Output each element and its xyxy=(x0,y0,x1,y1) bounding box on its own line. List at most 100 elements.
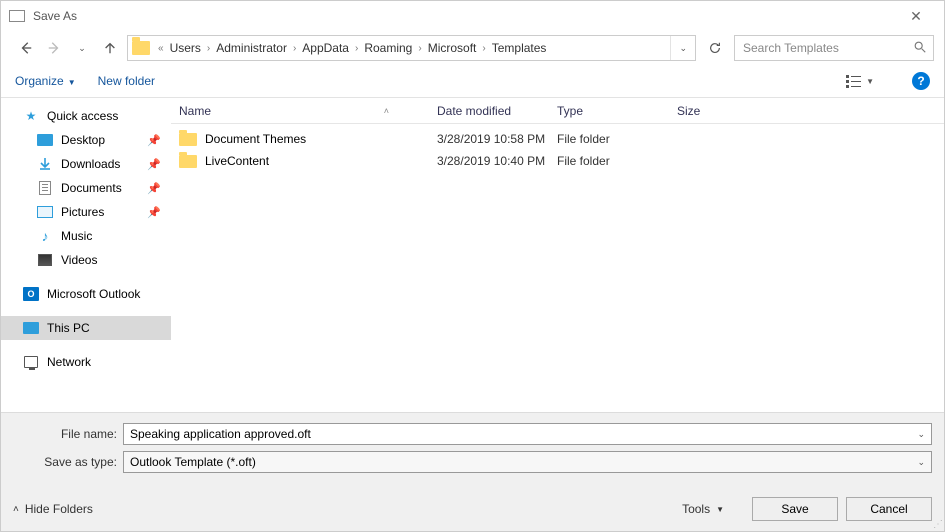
back-button[interactable] xyxy=(15,37,37,59)
help-icon: ? xyxy=(917,74,924,88)
sidebar-item-pictures[interactable]: Pictures 📌 xyxy=(1,200,171,224)
file-list: Name ˄ Date modified Type Size Document … xyxy=(171,98,944,412)
hide-folders-button[interactable]: ˄ Hide Folders xyxy=(13,502,93,516)
chevron-down-icon: ▼ xyxy=(866,77,874,86)
breadcrumb-item[interactable]: Roaming xyxy=(360,41,416,55)
star-icon: ★ xyxy=(23,109,39,123)
video-icon xyxy=(38,254,52,266)
navigation-pane: ★ Quick access Desktop 📌 Downloads 📌 Doc… xyxy=(1,98,171,412)
help-button[interactable]: ? xyxy=(912,72,930,90)
file-type: File folder xyxy=(549,132,669,146)
sidebar-item-label: Network xyxy=(47,355,91,369)
filename-field[interactable]: Speaking application approved.oft ⌄ xyxy=(123,423,932,445)
search-box[interactable] xyxy=(734,35,934,61)
tools-button[interactable]: Tools ▼ xyxy=(682,502,724,516)
pictures-icon xyxy=(37,206,53,218)
sidebar-item-label: Quick access xyxy=(47,109,118,123)
address-dropdown[interactable]: ⌄ xyxy=(670,36,695,60)
sidebar-item-label: This PC xyxy=(47,321,90,335)
sidebar-item-this-pc[interactable]: This PC xyxy=(1,316,171,340)
organize-button[interactable]: Organize ▼ xyxy=(15,74,76,88)
sidebar-item-label: Pictures xyxy=(61,205,104,219)
save-as-type-field[interactable]: Outlook Template (*.oft) ⌄ xyxy=(123,451,932,473)
file-name: Document Themes xyxy=(205,132,306,146)
sidebar-item-label: Music xyxy=(61,229,92,243)
sidebar-item-desktop[interactable]: Desktop 📌 xyxy=(1,128,171,152)
file-row[interactable]: LiveContent 3/28/2019 10:40 PM File fold… xyxy=(171,150,944,172)
recent-locations-button[interactable]: ⌄ xyxy=(71,37,93,59)
sidebar-item-outlook[interactable]: O Microsoft Outlook xyxy=(1,282,171,306)
arrow-up-icon xyxy=(103,41,117,55)
save-label: Save xyxy=(781,502,808,516)
column-header-size[interactable]: Size xyxy=(669,104,944,118)
column-header-label: Date modified xyxy=(437,104,511,118)
chevron-right-icon: › xyxy=(207,43,210,54)
organize-label: Organize xyxy=(15,74,64,88)
cancel-button[interactable]: Cancel xyxy=(846,497,932,521)
pin-icon: 📌 xyxy=(147,158,161,171)
column-header-name[interactable]: Name ˄ xyxy=(171,104,429,118)
refresh-button[interactable] xyxy=(702,35,728,61)
chevron-down-icon: ⌄ xyxy=(679,43,687,54)
tools-label: Tools xyxy=(682,502,710,516)
sidebar-item-label: Microsoft Outlook xyxy=(47,287,140,301)
file-date: 3/28/2019 10:40 PM xyxy=(429,154,549,168)
column-header-label: Type xyxy=(557,104,583,118)
document-icon xyxy=(39,181,51,195)
column-header-type[interactable]: Type xyxy=(549,104,669,118)
breadcrumb-item[interactable]: AppData xyxy=(298,41,353,55)
chevron-down-icon: ▼ xyxy=(68,78,76,87)
arrow-left-icon xyxy=(19,41,33,55)
view-options-button[interactable]: ▼ xyxy=(846,74,874,88)
chevron-down-icon: ⌄ xyxy=(917,429,925,440)
breadcrumb-item[interactable]: Administrator xyxy=(212,41,291,55)
arrow-right-icon xyxy=(47,41,61,55)
filename-value: Speaking application approved.oft xyxy=(130,427,917,441)
forward-button[interactable] xyxy=(43,37,65,59)
breadcrumb-item[interactable]: Users xyxy=(166,41,205,55)
new-folder-button[interactable]: New folder xyxy=(98,74,155,88)
view-list-icon xyxy=(846,74,862,88)
folder-icon xyxy=(179,155,197,168)
sidebar-item-music[interactable]: ♪ Music xyxy=(1,224,171,248)
sidebar-item-quick-access[interactable]: ★ Quick access xyxy=(1,104,171,128)
column-header-date[interactable]: Date modified xyxy=(429,104,549,118)
folder-icon xyxy=(132,41,150,55)
breadcrumb-item[interactable]: Templates xyxy=(488,41,551,55)
sidebar-item-videos[interactable]: Videos xyxy=(1,248,171,272)
file-row[interactable]: Document Themes 3/28/2019 10:58 PM File … xyxy=(171,128,944,150)
sidebar-item-downloads[interactable]: Downloads 📌 xyxy=(1,152,171,176)
footer: ˄ Hide Folders Tools ▼ Save Cancel xyxy=(1,487,944,531)
new-folder-label: New folder xyxy=(98,74,155,88)
file-name: LiveContent xyxy=(205,154,269,168)
column-header-label: Name xyxy=(179,104,211,118)
breadcrumb-item[interactable]: Microsoft xyxy=(424,41,481,55)
close-button[interactable]: ✕ xyxy=(896,8,936,25)
navigation-bar: ⌄ « Users› Administrator› AppData› Roami… xyxy=(1,31,944,65)
search-input[interactable] xyxy=(741,40,913,56)
save-as-type-label: Save as type: xyxy=(13,455,123,469)
resize-grip-icon[interactable]: ⋰ xyxy=(933,522,941,528)
chevron-down-icon: ▼ xyxy=(716,505,724,514)
chevron-right-icon: › xyxy=(355,43,358,54)
pin-icon: 📌 xyxy=(147,182,161,195)
sidebar-item-label: Downloads xyxy=(61,157,120,171)
chevron-up-icon: ˄ xyxy=(13,504,19,515)
chevron-right-icon: › xyxy=(482,43,485,54)
save-button[interactable]: Save xyxy=(752,497,838,521)
download-icon xyxy=(37,157,53,171)
chevron-right-icon: › xyxy=(293,43,296,54)
breadcrumb-prefix: « xyxy=(158,43,164,54)
save-as-dialog: Save As ✕ ⌄ « Users› Administrator› AppD… xyxy=(0,0,945,532)
save-as-type-value: Outlook Template (*.oft) xyxy=(130,455,917,469)
file-type: File folder xyxy=(549,154,669,168)
sidebar-item-network[interactable]: Network xyxy=(1,350,171,374)
pin-icon: 📌 xyxy=(147,134,161,147)
filename-label: File name: xyxy=(13,427,123,441)
address-bar[interactable]: « Users› Administrator› AppData› Roaming… xyxy=(127,35,696,61)
up-button[interactable] xyxy=(99,37,121,59)
file-date: 3/28/2019 10:58 PM xyxy=(429,132,549,146)
form-area: File name: Speaking application approved… xyxy=(1,412,944,487)
sidebar-item-documents[interactable]: Documents 📌 xyxy=(1,176,171,200)
network-icon xyxy=(24,356,38,368)
